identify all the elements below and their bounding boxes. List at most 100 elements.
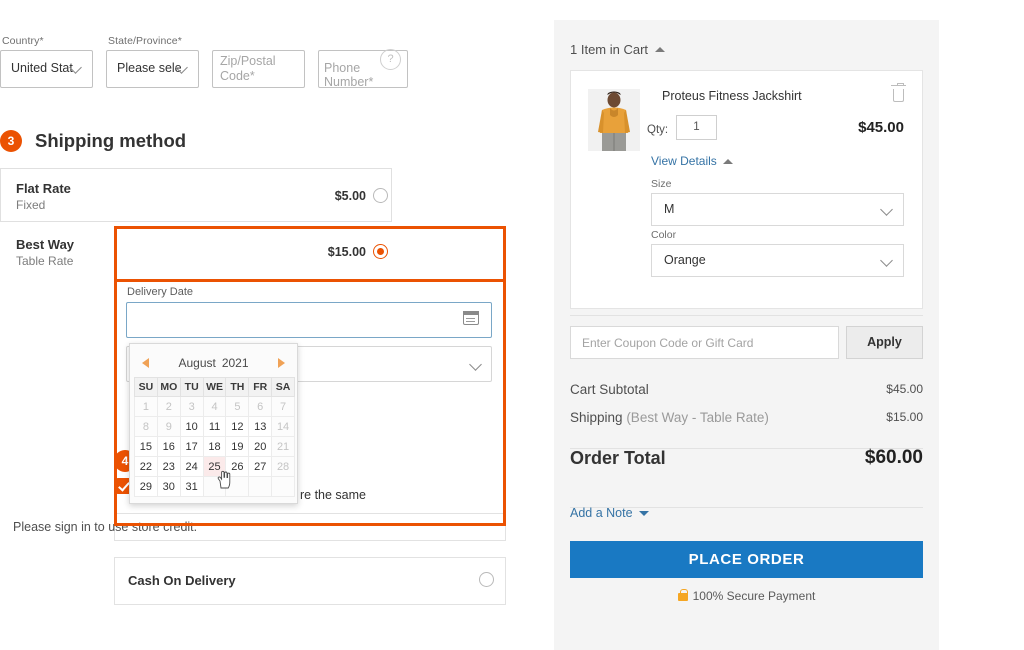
date-picker-day[interactable]: 31: [179, 476, 204, 497]
date-picker[interactable]: August 2021 SU MO TU WE TH FR SA 1 2 3 4 5 6 7 8 9 10 11 1…: [129, 343, 298, 504]
date-picker-weekday: WE: [202, 377, 227, 397]
date-picker-year: 2021: [221, 356, 249, 370]
date-picker-weekday: TH: [225, 377, 250, 397]
date-picker-title: August 2021: [178, 356, 248, 370]
place-order-button[interactable]: PLACE ORDER: [570, 541, 923, 578]
mouse-cursor-hand: [217, 470, 231, 489]
date-picker-header: August 2021: [134, 349, 293, 377]
date-picker-day: 21: [271, 436, 295, 457]
state-value: Please sele: [117, 61, 182, 75]
date-picker-day[interactable]: 24: [179, 456, 204, 477]
question-circle-icon[interactable]: ?: [380, 49, 401, 70]
coupon-placeholder: Enter Coupon Code or Gift Card: [582, 336, 754, 350]
divider: [570, 315, 923, 316]
date-picker-weekday: TU: [179, 377, 204, 397]
date-picker-day: 2: [156, 396, 181, 417]
payment-option-label: Cash On Delivery: [128, 573, 236, 588]
date-picker-weekday: FR: [248, 377, 273, 397]
coupon-input[interactable]: Enter Coupon Code or Gift Card: [570, 326, 839, 359]
shipping-option-sub: Fixed: [16, 198, 46, 212]
date-picker-day[interactable]: 10: [179, 416, 204, 437]
country-label: Country*: [2, 35, 44, 47]
qty-input[interactable]: 1: [676, 115, 717, 140]
date-picker-day: 7: [271, 396, 295, 417]
add-note-toggle[interactable]: Add a Note: [570, 506, 649, 520]
date-picker-day[interactable]: 30: [156, 476, 181, 497]
date-picker-week: 1234567: [134, 396, 295, 417]
option-value-size: M: [664, 202, 675, 216]
shipping-option-best-way[interactable]: Best Way Table Rate $15.00: [0, 222, 392, 278]
country-value: United Stat: [11, 61, 73, 75]
date-picker-day: 5: [225, 396, 250, 417]
date-picker-day[interactable]: 12: [225, 416, 250, 437]
shipping-option-radio[interactable]: [373, 188, 388, 203]
shipping-step-header: 3 Shipping method: [0, 130, 186, 152]
date-picker-day[interactable]: 29: [134, 476, 158, 497]
add-note-label: Add a Note: [570, 506, 633, 520]
shipping-option-flat-rate[interactable]: Flat Rate Fixed $5.00: [0, 168, 392, 222]
cart-items-count: 1 Item in Cart: [570, 42, 649, 57]
date-picker-days[interactable]: 1 2 3 4 5 6 7 8 9 10 11 12 13 14 15 16 17 18 19 20 21 22 23 24 2…: [134, 396, 295, 497]
zip-placeholder-line1: Zip/Postal: [220, 54, 276, 68]
product-thumbnail: [588, 89, 640, 151]
triangle-left-icon[interactable]: [142, 358, 149, 368]
date-picker-grid: SU MO TU WE TH FR SA 1 2 3 4 5 6 7 8 9 10 11 12 13 14 15 16 17…: [134, 377, 295, 497]
date-picker-week: 29 30 31: [134, 476, 295, 497]
date-picker-day: 4: [202, 396, 227, 417]
date-picker-day[interactable]: 15: [134, 436, 158, 457]
option-label-size: Size: [651, 178, 672, 190]
date-picker-month: August: [178, 356, 216, 370]
order-total-value: $60.00: [864, 447, 923, 468]
calendar-icon[interactable]: [462, 310, 480, 325]
qty-label: Qty:: [647, 124, 669, 136]
date-picker-day-empty: [248, 476, 273, 497]
date-picker-weekday: SA: [271, 377, 295, 397]
secure-payment-text: 100% Secure Payment: [692, 589, 816, 603]
shipping-option-radio[interactable]: [373, 244, 388, 259]
option-label-color: Color: [651, 229, 677, 241]
triangle-right-icon[interactable]: [278, 358, 285, 368]
date-picker-day[interactable]: 13: [248, 416, 273, 437]
option-select-size[interactable]: M: [651, 193, 904, 226]
date-picker-day: 3: [179, 396, 204, 417]
caret-down-icon: [638, 510, 649, 516]
date-picker-day: 8: [134, 416, 158, 437]
totals-label: Shipping (Best Way - Table Rate): [570, 410, 769, 425]
address-fields-row: Country* United Stat State/Province* Ple…: [0, 32, 408, 90]
date-picker-day[interactable]: 22: [134, 456, 158, 477]
option-select-color[interactable]: Orange: [651, 244, 904, 277]
date-picker-day-empty: [271, 476, 295, 497]
date-picker-week: 8 9 10 11 12 13 14: [134, 416, 295, 437]
date-picker-week: 22 23 24 25 26 27 28: [134, 456, 295, 477]
caret-up-icon: [655, 47, 666, 52]
date-picker-day[interactable]: 20: [248, 436, 273, 457]
date-picker-weekday: SU: [134, 377, 158, 397]
totals-value: $45.00: [886, 382, 923, 396]
date-picker-day[interactable]: 16: [156, 436, 181, 457]
date-picker-day[interactable]: 11: [202, 416, 227, 437]
shipping-option-sub: Table Rate: [16, 254, 74, 268]
date-picker-weekday-row: SU MO TU WE TH FR SA: [134, 377, 295, 397]
cart-items-header[interactable]: 1 Item in Cart: [570, 42, 666, 57]
lock-icon: [677, 589, 688, 601]
date-picker-day[interactable]: 17: [179, 436, 204, 457]
trash-icon[interactable]: [891, 82, 906, 102]
apply-coupon-button[interactable]: Apply: [846, 326, 923, 359]
payment-option-radio[interactable]: [479, 572, 494, 587]
date-picker-day[interactable]: 19: [225, 436, 250, 457]
date-picker-day[interactable]: 18: [202, 436, 227, 457]
product-name: Proteus Fitness Jackshirt: [662, 89, 802, 103]
chevron-down-icon: [469, 358, 482, 371]
highlight-divider: [114, 279, 506, 282]
view-details-toggle[interactable]: View Details: [651, 154, 733, 168]
page-title: Shipping method: [35, 130, 187, 151]
checkout-page: Country* United Stat State/Province* Ple…: [0, 0, 1024, 650]
delivery-date-label: Delivery Date: [127, 286, 194, 298]
date-picker-day: 6: [248, 396, 273, 417]
shipping-option-price: $15.00: [327, 245, 366, 259]
date-picker-day[interactable]: 23: [156, 456, 181, 477]
zip-placeholder-line2: Code*: [220, 69, 255, 83]
view-details-label: View Details: [651, 154, 717, 168]
delivery-date-input[interactable]: [126, 302, 492, 338]
date-picker-day[interactable]: 27: [248, 456, 273, 477]
